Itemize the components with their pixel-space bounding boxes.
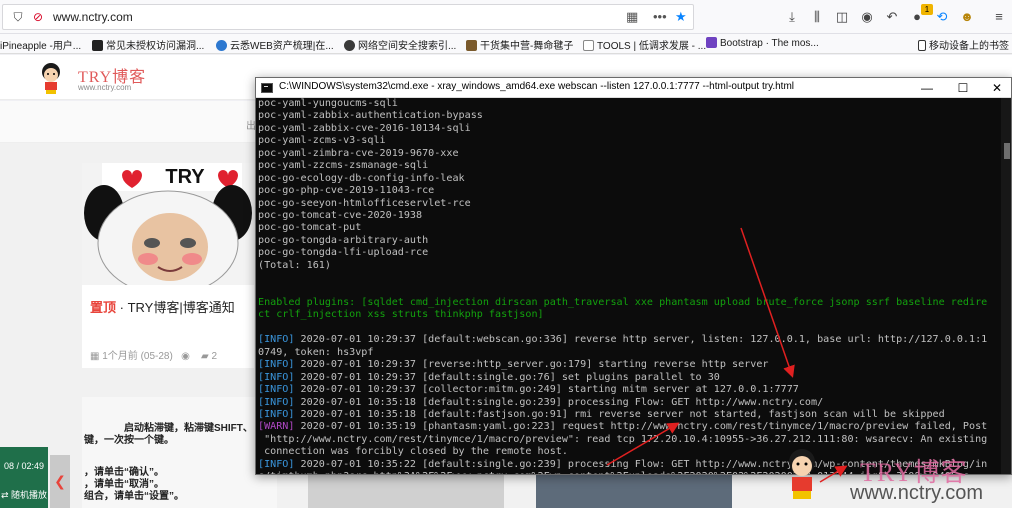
- watermark-mascot-icon: [789, 449, 815, 499]
- annotation-arrow: [740, 227, 795, 378]
- watermark-url: www.nctry.com: [850, 482, 983, 504]
- screen: ⛉ ⊘ www.nctry.com ▦ ••• ★ ⤓ ⫼ ◫ ◉ ↶ ● 1 …: [0, 0, 1012, 508]
- annotation-arrow: [606, 422, 680, 466]
- annotation-arrows: [606, 227, 848, 483]
